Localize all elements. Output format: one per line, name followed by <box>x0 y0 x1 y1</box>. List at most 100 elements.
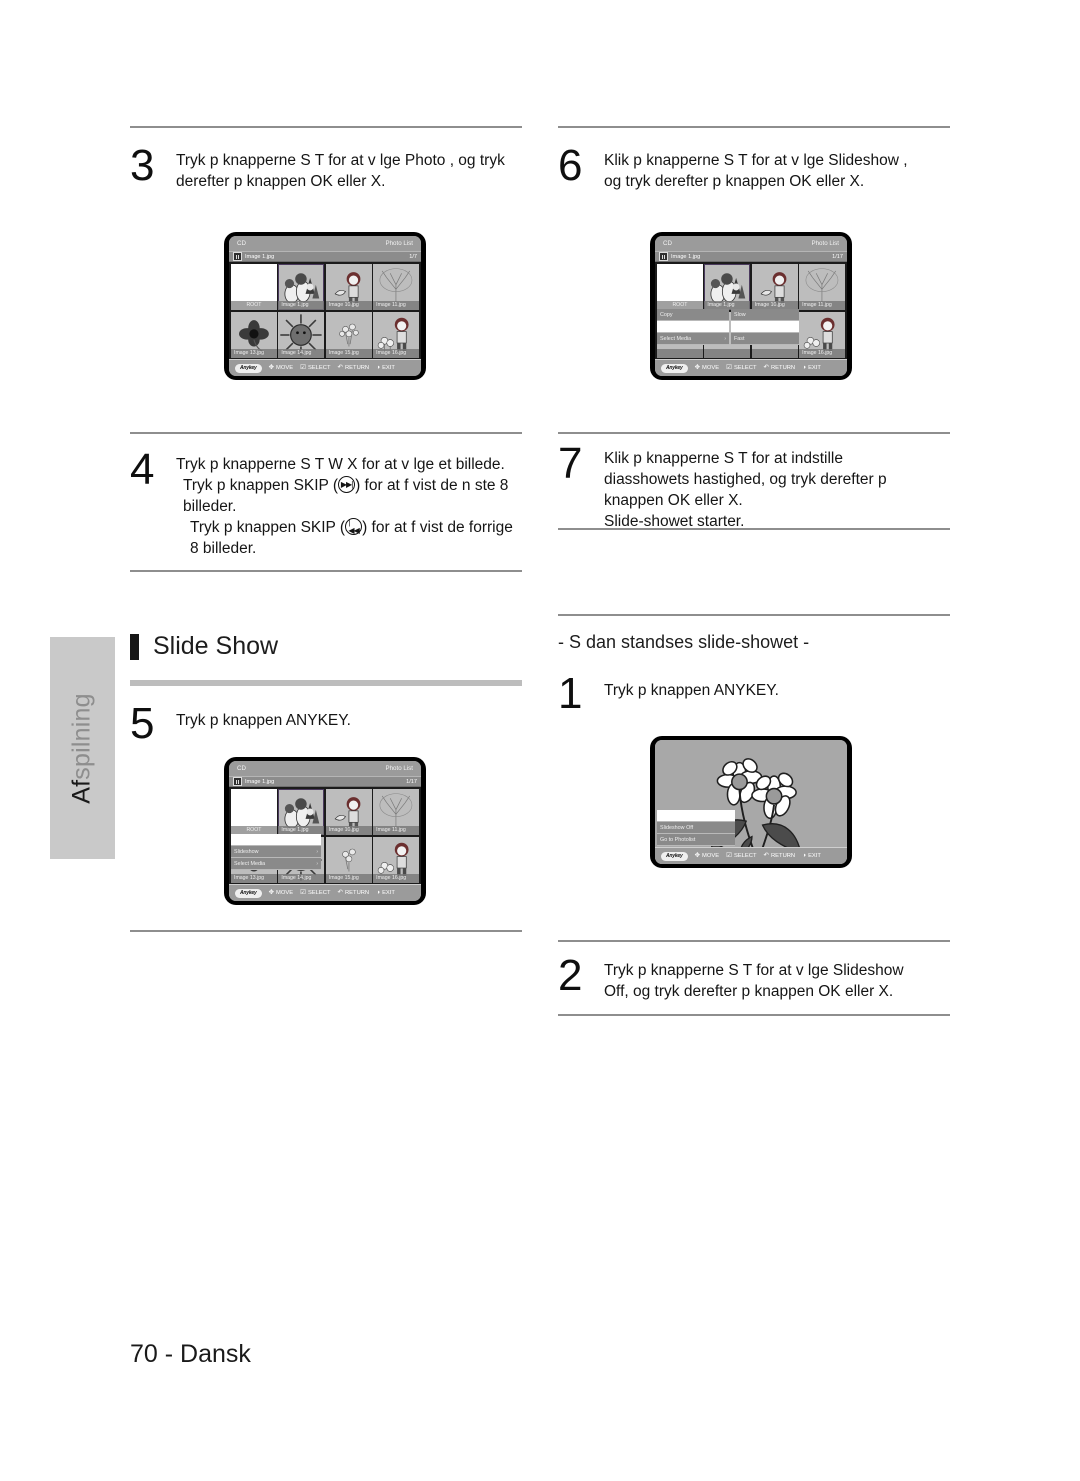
move-label: MOVE <box>276 890 294 896</box>
thumbnail-image-10[interactable]: Image 10.jpg <box>751 264 798 310</box>
thumbnail-root[interactable]: ROOT <box>231 264 277 310</box>
select-glyph-icon: ☑ <box>726 363 732 371</box>
thumbnail-caption <box>704 348 751 358</box>
step-3-line-1: Tryk p knapperne S T for at v lge Photo … <box>176 152 505 169</box>
tv3-thumbnail-grid: ROOT Image 1.jpg Image 10.jpg Image 11.j… <box>229 262 421 360</box>
menu-item-select-media[interactable]: Select Media › <box>231 858 321 870</box>
return-glyph-icon: ↶ <box>763 851 769 859</box>
move-hint[interactable]: ✥ MOVE <box>695 852 720 860</box>
menu-item-fast[interactable]: Fast <box>731 333 799 345</box>
step-3: 3 Tryk p knapperne S T for at v lge Phot… <box>130 142 522 192</box>
return-hint[interactable]: ↶ RETURN <box>338 364 370 372</box>
thumbnail-caption: Image 10.jpg <box>325 826 372 835</box>
step-7-line-3: knappen OK eller X. <box>604 492 743 509</box>
tv6-counter: 1/17 <box>832 253 843 260</box>
menu-item-slideshow-off[interactable]: Slideshow Off <box>657 822 735 834</box>
screenshot-photo-list-step6: CD Photo List Image 1.jpg 1/17 ROOT Imag… <box>650 232 852 380</box>
exit-hint[interactable]: ◑ EXIT <box>376 889 395 897</box>
exit-hint[interactable]: ◑ EXIT <box>376 364 395 372</box>
thumbnail-image-15[interactable]: Image 15.jpg <box>325 836 372 883</box>
page-footer: 70 - Dansk <box>130 1340 251 1368</box>
move-hint[interactable]: ✥ MOVE <box>269 364 294 372</box>
return-hint[interactable]: ↶ RETURN <box>763 851 796 860</box>
select-hint[interactable]: ☑ SELECT <box>300 364 330 372</box>
chapter-tab-label-light: spilning <box>67 693 96 780</box>
anykey-badge[interactable]: Anykey <box>661 363 688 373</box>
select-label: SELECT <box>733 365 757 371</box>
step-4-line-3: billeder. <box>183 498 237 515</box>
select-glyph-icon: ☑ <box>726 851 732 859</box>
anykey-badge[interactable]: Anykey <box>661 851 688 861</box>
thumbnail-caption: Image 11.jpg <box>373 826 419 835</box>
menu-item-slideshow[interactable]: Slideshow › <box>231 846 321 858</box>
thumbnail-image-11[interactable]: Image 11.jpg <box>799 264 845 310</box>
tv6-screen-title: Photo List <box>811 240 839 247</box>
menu-item-label: Go to Photolist <box>660 836 696 843</box>
select-label: SELECT <box>307 890 331 896</box>
file-icon <box>233 252 242 261</box>
chevron-right-icon: › <box>316 848 318 855</box>
thumbnail-image-14[interactable]: Image 14.jpg <box>278 311 325 358</box>
tv5-bottom-bar: Anykey ✥ MOVE ☑ SELECT ↶ RETURN ◑ EXIT <box>229 884 421 901</box>
stop1-bottom-bar: Anykey ✥ MOVE ☑ SELECT ↶ RETURN ◑ EXIT <box>655 847 847 864</box>
move-hint[interactable]: ✥ MOVE <box>269 889 294 897</box>
menu-item-blank[interactable] <box>657 321 729 333</box>
move-hint[interactable]: ✥ MOVE <box>695 364 720 372</box>
thumbnail-image-11[interactable]: Image 11.jpg <box>373 789 419 835</box>
menu-item-blank[interactable] <box>231 834 321 846</box>
thumbnail-image-10[interactable]: Image 10.jpg <box>325 789 372 835</box>
tv5-source: CD <box>237 765 246 772</box>
thumbnail-caption: Image 14.jpg <box>278 873 325 883</box>
thumbnail-image-1[interactable]: Image 1.jpg <box>704 264 751 310</box>
menu-item-go-to-photolist[interactable]: Go to Photolist <box>657 834 735 846</box>
file-icon <box>233 777 242 786</box>
move-label: MOVE <box>702 853 720 859</box>
select-hint[interactable]: ☑ SELECT <box>726 363 757 372</box>
thumbnail-image-16[interactable]: Image 16.jpg <box>373 836 419 883</box>
stop-step-1: 1 Tryk p knappen ANYKEY. <box>558 670 950 716</box>
thumbnail-image-16[interactable]: Image 16.jpg <box>799 311 845 358</box>
select-hint[interactable]: ☑ SELECT <box>726 851 756 860</box>
anykey-badge[interactable]: Anykey <box>235 363 262 373</box>
step-7: 7 Klik p knapperne S T for at indstille … <box>558 440 950 532</box>
section-title: Slide Show <box>153 632 279 660</box>
thumbnail-image-13[interactable]: Image 13.jpg <box>231 311 277 358</box>
anykey-badge[interactable]: Anykey <box>235 888 262 898</box>
stop1-anykey-menu: Slideshow Off Go to Photolist <box>657 810 735 846</box>
thumbnail-image-1[interactable]: Image 1.jpg <box>278 264 325 310</box>
menu-item-blank[interactable] <box>657 810 735 822</box>
menu-item-select-media[interactable]: Select Media › <box>657 333 729 345</box>
tv5-file-name: Image 1.jpg <box>245 778 275 785</box>
select-hint[interactable]: ☑ SELECT <box>300 889 331 897</box>
thumbnail-image-11[interactable]: Image 11.jpg <box>373 264 419 310</box>
menu-item-blank[interactable] <box>731 321 799 333</box>
thumbnail-image-10[interactable]: Image 10.jpg <box>325 264 372 310</box>
thumbnail-root[interactable]: ROOT <box>231 789 277 835</box>
stop-step-2: 2 Tryk p knapperne S T for at v lge Slid… <box>558 952 950 1002</box>
stop-section-title: - S dan standses slide-showet - <box>558 632 810 652</box>
thumbnail-image-1[interactable]: Image 1.jpg <box>278 789 325 835</box>
step-4-line-4: Tryk p knappen SKIP (|◀◀) for at f vist … <box>176 517 522 538</box>
menu-item-copy[interactable]: Copy <box>657 309 729 321</box>
return-hint[interactable]: ↶ RETURN <box>338 889 370 897</box>
thumbnail-root[interactable]: ROOT <box>657 264 703 310</box>
menu-item-slow[interactable]: Slow <box>731 309 799 321</box>
step-7-line-2: diasshowets hastighed, og tryk derefter … <box>604 471 887 488</box>
step-4-line-2b: ) for at f vist de n ste 8 <box>355 477 509 494</box>
exit-label: EXIT <box>808 365 821 371</box>
step-4-line-4b: ) for at f vist de forrige <box>362 519 513 536</box>
return-hint[interactable]: ↶ RETURN <box>764 364 796 372</box>
tv3-counter: 1/7 <box>409 253 417 260</box>
thumbnail-image-16[interactable]: Image 16.jpg <box>373 311 419 358</box>
rule-above-step6 <box>558 126 950 128</box>
thumbnail-image-15[interactable]: Image 15.jpg <box>325 311 372 358</box>
tv5-anykey-menu: Slideshow › Select Media › <box>231 834 321 870</box>
stop-step-2-line-2: Off, og tryk derefter p knappen OK eller… <box>604 983 894 1000</box>
exit-hint[interactable]: ◑ EXIT <box>802 852 821 860</box>
thumbnail-caption: Image 16.jpg <box>373 348 419 358</box>
thumbnail-caption: Image 11.jpg <box>799 301 845 310</box>
menu-item-label: Select Media <box>660 335 692 342</box>
menu-item-label: Copy <box>660 311 673 318</box>
exit-hint[interactable]: ◑ EXIT <box>802 364 821 372</box>
tv3-file-name: Image 1.jpg <box>245 253 275 260</box>
